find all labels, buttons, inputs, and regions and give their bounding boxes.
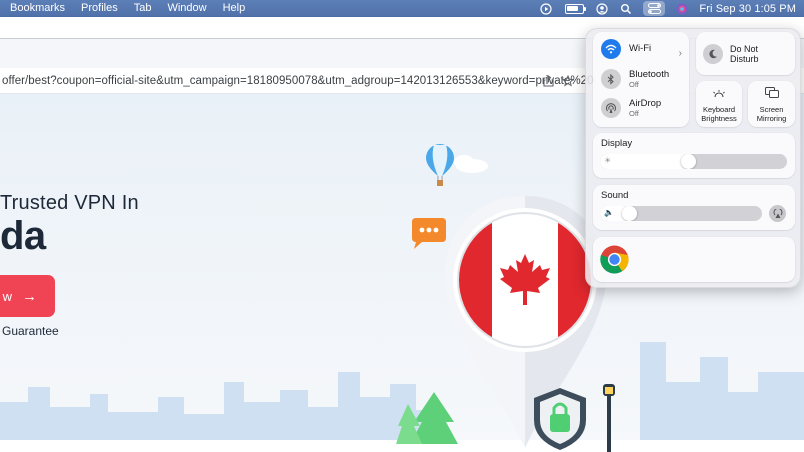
bluetooth-icon[interactable] xyxy=(601,69,621,89)
arrow-right-icon: → xyxy=(22,287,37,305)
sound-tile: Sound 🔈 xyxy=(593,185,795,230)
volume-slider[interactable]: 🔈 xyxy=(600,206,762,221)
menu-window[interactable]: Window xyxy=(159,0,214,17)
sun-icon: ☀ xyxy=(604,156,612,165)
cta-label: w xyxy=(2,288,12,304)
display-slider-knob[interactable] xyxy=(681,154,696,169)
menu-bookmarks[interactable]: Bookmarks xyxy=(2,0,73,17)
shield-lock-illustration xyxy=(534,388,586,450)
play-icon[interactable] xyxy=(539,2,553,15)
chevron-right-icon[interactable]: › xyxy=(679,48,682,59)
moon-icon xyxy=(703,43,723,64)
volume-slider-knob[interactable] xyxy=(622,206,637,221)
menubar-clock[interactable]: Fri Sep 30 1:05 PM xyxy=(699,3,796,15)
trees-illustration xyxy=(396,392,458,444)
control-center-panel: Wi-Fi › Bluetooth Off AirDrop Off Do Not… xyxy=(585,28,801,288)
bookmark-star-icon[interactable] xyxy=(561,74,575,87)
siri-icon[interactable] xyxy=(675,3,689,15)
guarantee-text: Guarantee xyxy=(2,324,59,338)
display-brightness-slider[interactable]: ☀ xyxy=(600,154,787,169)
airdrop-icon[interactable] xyxy=(601,98,621,118)
dnd-label-line1: Do Not xyxy=(730,43,759,54)
url-text[interactable]: offer/best?coupon=official-site&utm_camp… xyxy=(0,75,606,87)
battery-icon[interactable] xyxy=(563,3,586,15)
keyboard-brightness-tile[interactable]: Keyboard Brightness xyxy=(696,81,742,127)
display-tile: Display ☀ xyxy=(593,133,795,178)
user-icon[interactable] xyxy=(595,2,609,15)
now-playing-tile[interactable] xyxy=(593,237,795,282)
airdrop-label: AirDrop xyxy=(629,97,662,109)
app-menu: Bookmarks Profiles Tab Window Help xyxy=(0,0,253,17)
menu-help[interactable]: Help xyxy=(215,0,254,17)
street-lamp-illustration xyxy=(603,384,615,452)
menu-profiles[interactable]: Profiles xyxy=(73,0,126,17)
dnd-label-line2: Disturb xyxy=(730,53,759,64)
bluetooth-status: Off xyxy=(629,79,639,89)
wifi-label: Wi-Fi xyxy=(629,43,652,54)
status-area: Fri Sep 30 1:05 PM xyxy=(539,0,796,17)
display-label: Display xyxy=(601,138,633,149)
screen-mirroring-icon xyxy=(764,85,779,103)
bluetooth-label: Bluetooth xyxy=(629,68,670,80)
menu-tab[interactable]: Tab xyxy=(126,0,160,17)
chrome-icon[interactable] xyxy=(600,245,629,279)
airdrop-row[interactable]: AirDrop Off xyxy=(601,98,661,118)
speaker-icon: 🔈 xyxy=(604,208,614,217)
search-icon[interactable] xyxy=(619,3,633,15)
cta-button[interactable]: w → xyxy=(0,275,55,317)
bluetooth-row[interactable]: Bluetooth Off xyxy=(601,69,669,89)
mirroring-label-line2: Mirroring xyxy=(756,113,787,123)
menu-bar: Bookmarks Profiles Tab Window Help Fri S… xyxy=(0,0,804,17)
hero-country: da xyxy=(0,214,46,258)
hot-air-balloon-illustration xyxy=(426,144,488,186)
keyboard-label-line2: Brightness xyxy=(701,113,737,123)
airdrop-status: Off xyxy=(629,108,639,118)
network-tile: Wi-Fi › Bluetooth Off AirDrop Off xyxy=(593,32,689,127)
do-not-disturb-tile[interactable]: Do Not Disturb xyxy=(696,32,795,75)
hero-headline: Trusted VPN In xyxy=(0,192,139,214)
share-icon[interactable] xyxy=(542,75,554,87)
airplay-audio-icon[interactable] xyxy=(769,205,786,222)
keyboard-brightness-icon xyxy=(712,85,726,103)
sound-label: Sound xyxy=(601,190,629,201)
screen-mirroring-tile[interactable]: Screen Mirroring xyxy=(748,81,795,127)
wifi-row[interactable]: Wi-Fi xyxy=(601,39,651,59)
wifi-icon[interactable] xyxy=(601,39,621,59)
control-center-icon[interactable] xyxy=(643,1,666,16)
